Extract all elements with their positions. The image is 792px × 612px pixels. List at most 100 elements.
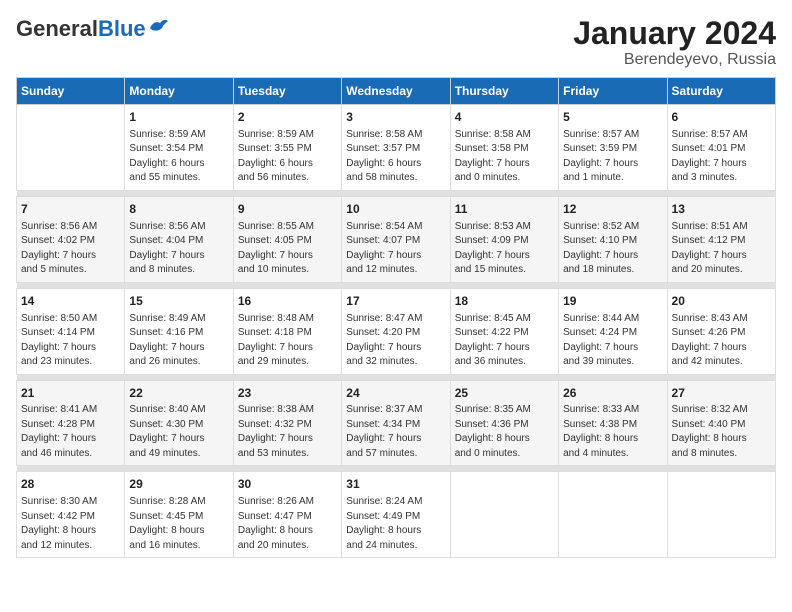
day-info-line: Daylight: 7 hours xyxy=(672,158,747,169)
day-info-line: Sunrise: 8:24 AM xyxy=(346,496,422,507)
day-info-line: Sunrise: 8:50 AM xyxy=(21,313,97,324)
day-info-line: Daylight: 8 hours xyxy=(21,525,96,536)
calendar-cell: 25Sunrise: 8:35 AMSunset: 4:36 PMDayligh… xyxy=(450,380,558,466)
day-info-line: Daylight: 7 hours xyxy=(238,250,313,261)
day-info-line: Sunset: 4:36 PM xyxy=(455,419,529,430)
day-info-line: Sunrise: 8:47 AM xyxy=(346,313,422,324)
calendar-cell: 8Sunrise: 8:56 AMSunset: 4:04 PMDaylight… xyxy=(125,196,233,282)
day-info-line: Sunset: 4:45 PM xyxy=(129,511,203,522)
calendar-cell: 17Sunrise: 8:47 AMSunset: 4:20 PMDayligh… xyxy=(342,288,450,374)
title-block: January 2024 Berendeyevo, Russia xyxy=(573,16,776,69)
day-info-line: Daylight: 7 hours xyxy=(129,250,204,261)
logo: GeneralBlue xyxy=(16,16,170,42)
day-info-line: Sunrise: 8:51 AM xyxy=(672,221,748,232)
day-info-line: and 55 minutes. xyxy=(129,172,200,183)
day-info: Sunrise: 8:33 AMSunset: 4:38 PMDaylight:… xyxy=(563,403,662,461)
day-info-line: Sunrise: 8:44 AM xyxy=(563,313,639,324)
day-info-line: Daylight: 8 hours xyxy=(238,525,313,536)
calendar-cell: 23Sunrise: 8:38 AMSunset: 4:32 PMDayligh… xyxy=(233,380,341,466)
date-number: 15 xyxy=(129,293,228,310)
date-number: 27 xyxy=(672,385,771,402)
header-day-friday: Friday xyxy=(559,78,667,105)
day-info-line: and 5 minutes. xyxy=(21,264,87,275)
day-info-line: and 10 minutes. xyxy=(238,264,309,275)
header-row: SundayMondayTuesdayWednesdayThursdayFrid… xyxy=(17,78,776,105)
page-title: January 2024 xyxy=(573,16,776,51)
calendar-cell: 15Sunrise: 8:49 AMSunset: 4:16 PMDayligh… xyxy=(125,288,233,374)
day-info-line: and 20 minutes. xyxy=(238,540,309,551)
day-info: Sunrise: 8:45 AMSunset: 4:22 PMDaylight:… xyxy=(455,312,554,370)
day-info-line: Sunset: 4:16 PM xyxy=(129,327,203,338)
logo-bird-icon xyxy=(148,18,170,36)
day-info-line: Sunset: 4:14 PM xyxy=(21,327,95,338)
day-info-line: and 8 minutes. xyxy=(129,264,195,275)
date-number: 20 xyxy=(672,293,771,310)
calendar-cell: 28Sunrise: 8:30 AMSunset: 4:42 PMDayligh… xyxy=(17,472,125,558)
date-number: 22 xyxy=(129,385,228,402)
day-info-line: Sunrise: 8:55 AM xyxy=(238,221,314,232)
day-info-line: Sunset: 4:01 PM xyxy=(672,143,746,154)
date-number: 12 xyxy=(563,201,662,218)
day-info-line: and 12 minutes. xyxy=(346,264,417,275)
day-info: Sunrise: 8:53 AMSunset: 4:09 PMDaylight:… xyxy=(455,220,554,278)
day-info-line: Sunset: 4:47 PM xyxy=(238,511,312,522)
day-info-line: Daylight: 6 hours xyxy=(346,158,421,169)
day-info-line: Sunset: 4:18 PM xyxy=(238,327,312,338)
day-info-line: Sunset: 4:28 PM xyxy=(21,419,95,430)
day-info-line: Daylight: 6 hours xyxy=(129,158,204,169)
day-info: Sunrise: 8:47 AMSunset: 4:20 PMDaylight:… xyxy=(346,312,445,370)
date-number: 10 xyxy=(346,201,445,218)
day-info-line: and 1 minute. xyxy=(563,172,624,183)
day-info-line: Daylight: 7 hours xyxy=(563,250,638,261)
day-info-line: Daylight: 8 hours xyxy=(563,433,638,444)
day-info-line: Sunset: 3:55 PM xyxy=(238,143,312,154)
week-row-5: 28Sunrise: 8:30 AMSunset: 4:42 PMDayligh… xyxy=(17,472,776,558)
day-info: Sunrise: 8:58 AMSunset: 3:57 PMDaylight:… xyxy=(346,128,445,186)
calendar-cell: 19Sunrise: 8:44 AMSunset: 4:24 PMDayligh… xyxy=(559,288,667,374)
day-info-line: and 4 minutes. xyxy=(563,448,629,459)
date-number: 31 xyxy=(346,476,445,493)
date-number: 30 xyxy=(238,476,337,493)
day-info-line: Daylight: 7 hours xyxy=(455,158,530,169)
page-subtitle: Berendeyevo, Russia xyxy=(573,51,776,69)
day-info-line: Sunrise: 8:26 AM xyxy=(238,496,314,507)
date-number: 19 xyxy=(563,293,662,310)
day-info: Sunrise: 8:50 AMSunset: 4:14 PMDaylight:… xyxy=(21,312,120,370)
calendar-cell: 16Sunrise: 8:48 AMSunset: 4:18 PMDayligh… xyxy=(233,288,341,374)
calendar-cell: 31Sunrise: 8:24 AMSunset: 4:49 PMDayligh… xyxy=(342,472,450,558)
date-number: 16 xyxy=(238,293,337,310)
day-info-line: Sunrise: 8:59 AM xyxy=(129,129,205,140)
date-number: 11 xyxy=(455,201,554,218)
day-info-line: Daylight: 6 hours xyxy=(238,158,313,169)
day-info-line: and 0 minutes. xyxy=(455,172,521,183)
calendar-cell: 14Sunrise: 8:50 AMSunset: 4:14 PMDayligh… xyxy=(17,288,125,374)
day-info-line: Daylight: 7 hours xyxy=(563,342,638,353)
day-info-line: and 8 minutes. xyxy=(672,448,738,459)
day-info: Sunrise: 8:55 AMSunset: 4:05 PMDaylight:… xyxy=(238,220,337,278)
day-info-line: Sunrise: 8:32 AM xyxy=(672,404,748,415)
calendar-cell: 10Sunrise: 8:54 AMSunset: 4:07 PMDayligh… xyxy=(342,196,450,282)
day-info: Sunrise: 8:56 AMSunset: 4:04 PMDaylight:… xyxy=(129,220,228,278)
day-info-line: Daylight: 7 hours xyxy=(238,342,313,353)
day-info-line: Sunrise: 8:45 AM xyxy=(455,313,531,324)
day-info: Sunrise: 8:28 AMSunset: 4:45 PMDaylight:… xyxy=(129,495,228,553)
calendar-cell: 2Sunrise: 8:59 AMSunset: 3:55 PMDaylight… xyxy=(233,105,341,191)
day-info-line: and 29 minutes. xyxy=(238,356,309,367)
day-info: Sunrise: 8:56 AMSunset: 4:02 PMDaylight:… xyxy=(21,220,120,278)
day-info-line: Sunrise: 8:59 AM xyxy=(238,129,314,140)
day-info: Sunrise: 8:32 AMSunset: 4:40 PMDaylight:… xyxy=(672,403,771,461)
day-info-line: Sunrise: 8:41 AM xyxy=(21,404,97,415)
calendar-cell: 3Sunrise: 8:58 AMSunset: 3:57 PMDaylight… xyxy=(342,105,450,191)
day-info-line: Daylight: 7 hours xyxy=(21,433,96,444)
day-info-line: Sunset: 4:26 PM xyxy=(672,327,746,338)
day-info-line: and 20 minutes. xyxy=(672,264,743,275)
day-info: Sunrise: 8:38 AMSunset: 4:32 PMDaylight:… xyxy=(238,403,337,461)
date-number: 13 xyxy=(672,201,771,218)
calendar-cell: 9Sunrise: 8:55 AMSunset: 4:05 PMDaylight… xyxy=(233,196,341,282)
day-info-line: Sunrise: 8:33 AM xyxy=(563,404,639,415)
day-info-line: and 49 minutes. xyxy=(129,448,200,459)
day-info-line: Sunrise: 8:35 AM xyxy=(455,404,531,415)
day-info: Sunrise: 8:35 AMSunset: 4:36 PMDaylight:… xyxy=(455,403,554,461)
day-info-line: Sunrise: 8:52 AM xyxy=(563,221,639,232)
day-info-line: Sunset: 4:42 PM xyxy=(21,511,95,522)
